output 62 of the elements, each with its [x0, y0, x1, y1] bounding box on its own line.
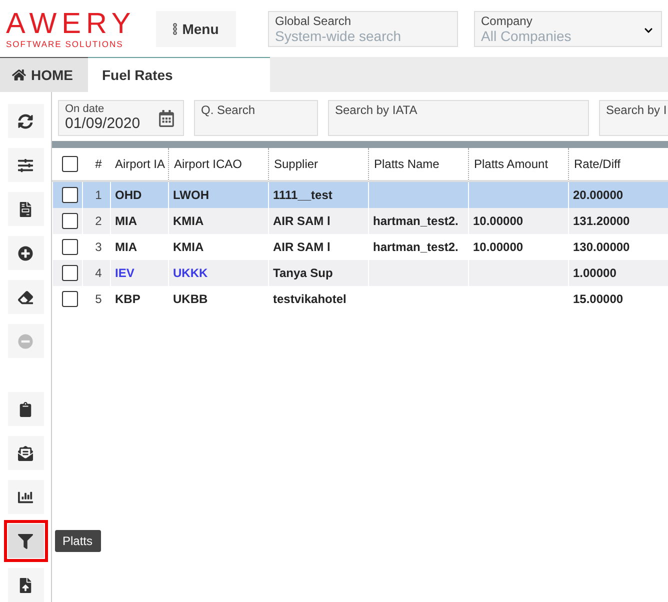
tab[interactable]: HOME — [0, 57, 88, 92]
table-cell: 1111__test — [268, 182, 368, 208]
search-field[interactable]: Search by I — [599, 100, 668, 136]
tooltip: Platts — [54, 530, 101, 552]
eraser-icon — [18, 290, 33, 304]
toolbar-button[interactable] — [8, 568, 44, 602]
toolbar-button[interactable] — [8, 524, 44, 558]
toolbar-button[interactable] — [8, 148, 44, 182]
table-cell: AIR SAM l — [268, 208, 368, 234]
table-cell: MIA — [110, 208, 168, 234]
document-icon — [18, 202, 33, 216]
search-input[interactable]: System-wide search — [275, 28, 451, 44]
table-cell: 131.20000 — [568, 208, 668, 234]
plus-icon — [18, 246, 33, 260]
table-cell: IEV — [110, 260, 168, 286]
filter-icon — [18, 534, 33, 548]
chart-icon — [18, 490, 33, 504]
table-cell: 4 — [82, 260, 110, 286]
company-dropdown[interactable]: Company All Companies — [474, 10, 662, 46]
dots-icon — [173, 22, 178, 34]
logo-subtitle: SOFTWARE SOLUTIONS — [6, 38, 124, 48]
table-cell: 10.00000 — [468, 208, 568, 234]
table-cell: KMIA — [168, 208, 268, 234]
table-cell: hartman_test2. — [368, 208, 468, 234]
table-cell: 2 — [82, 208, 110, 234]
field-label: Global Search — [275, 14, 352, 28]
table-cell: UKKK — [168, 260, 268, 286]
tab[interactable]: Fuel Rates — [88, 57, 270, 92]
checkbox[interactable] — [62, 187, 78, 203]
menu-button[interactable]: Menu — [156, 10, 236, 46]
calendar-icon — [158, 110, 175, 127]
upload-icon — [18, 578, 33, 592]
checkbox[interactable] — [62, 291, 78, 307]
global-search-field[interactable]: Global Search System-wide search — [268, 10, 458, 46]
logo: AWERY — [6, 8, 137, 38]
table-cell: 1 — [82, 182, 110, 208]
checkbox[interactable] — [62, 265, 78, 281]
search-field[interactable]: Q. Search — [194, 100, 318, 136]
checkbox[interactable] — [62, 156, 78, 172]
toolbar-button[interactable] — [8, 436, 44, 470]
minus-icon — [18, 334, 33, 348]
clipboard-icon — [18, 402, 33, 416]
envelope-icon — [18, 446, 33, 460]
toolbar-button[interactable] — [8, 480, 44, 514]
refresh-icon — [18, 114, 33, 128]
toolbar-button[interactable] — [8, 236, 44, 270]
toolbar-button[interactable] — [8, 104, 44, 138]
toolbar-button[interactable] — [8, 280, 44, 314]
toolbar-button[interactable] — [8, 192, 44, 226]
toolbar-button[interactable] — [8, 392, 44, 426]
table-cell: LWOH — [168, 182, 268, 208]
sliders-icon — [18, 158, 33, 172]
checkbox[interactable] — [62, 213, 78, 229]
chevron-icon — [644, 26, 653, 34]
table-cell: 20.00000 — [568, 182, 668, 208]
table-cell: Tanya Sup — [268, 260, 368, 286]
table-cell: OHD — [110, 182, 168, 208]
date-field[interactable]: On date 01/09/2020 — [58, 100, 184, 136]
checkbox[interactable] — [62, 239, 78, 255]
search-field[interactable]: Search by IATA — [328, 100, 589, 136]
home-icon — [12, 68, 26, 82]
table-cell: 1.00000 — [568, 260, 668, 286]
